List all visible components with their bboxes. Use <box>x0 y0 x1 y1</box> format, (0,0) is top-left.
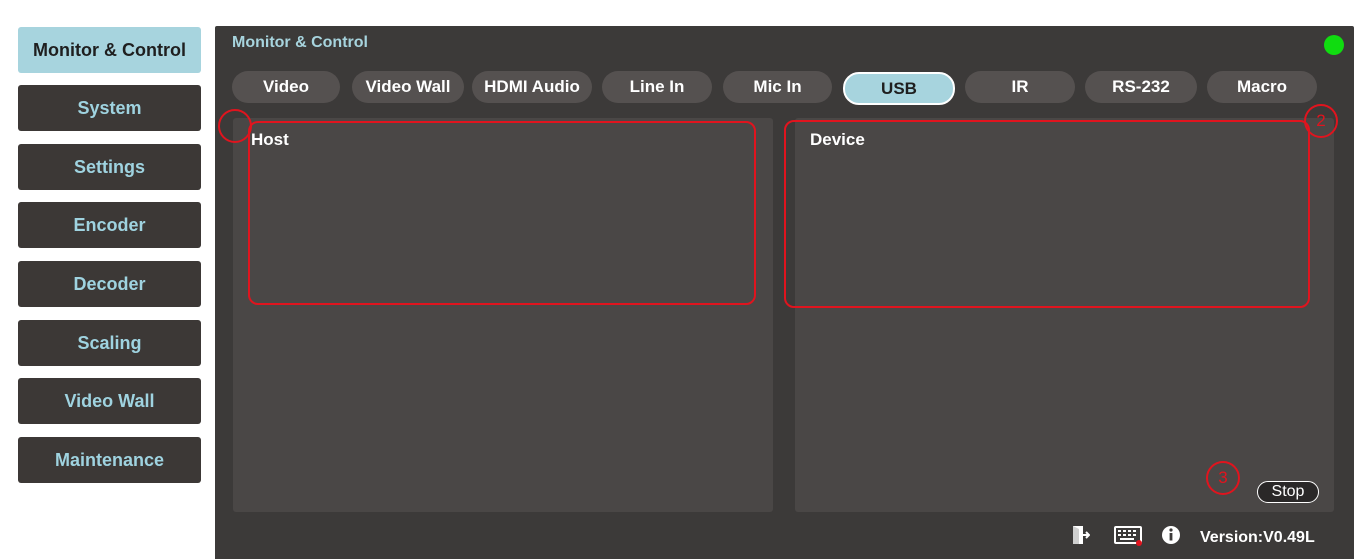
info-icon[interactable] <box>1161 525 1181 545</box>
tab-usb[interactable]: USB <box>843 72 955 105</box>
sidebar-item-maintenance[interactable]: Maintenance <box>18 437 201 483</box>
sidebar-item-settings[interactable]: Settings <box>18 144 201 190</box>
stop-button[interactable]: Stop <box>1257 481 1319 503</box>
sidebar-item-video-wall[interactable]: Video Wall <box>18 378 201 424</box>
sidebar-item-label: Encoder <box>73 214 146 235</box>
sidebar-item-decoder[interactable]: Decoder <box>18 261 201 307</box>
sidebar-item-label: Scaling <box>77 332 142 353</box>
page-title: Monitor & Control <box>232 34 368 51</box>
tab-macro[interactable]: Macro <box>1207 71 1317 103</box>
version-label: Version:V0.49L <box>1200 529 1315 546</box>
tab-label: Video Wall <box>365 77 451 96</box>
sidebar-item-encoder[interactable]: Encoder <box>18 202 201 248</box>
annotation-box-device <box>784 120 1310 308</box>
tab-label: Line In <box>629 77 685 96</box>
sidebar-item-label: Maintenance <box>54 449 165 470</box>
tab-mic-in[interactable]: Mic In <box>723 71 832 103</box>
logout-icon[interactable] <box>1072 525 1090 545</box>
tab-rs232[interactable]: RS-232 <box>1085 71 1197 103</box>
annotation-box-host <box>248 121 756 305</box>
annotation-marker-2: 2 <box>1304 104 1338 138</box>
sidebar-item-monitor-control[interactable]: Monitor & Control <box>18 27 201 73</box>
tab-video[interactable]: Video <box>232 71 340 103</box>
tab-label: HDMI Audio <box>484 77 580 96</box>
sidebar-item-label: System <box>77 97 142 118</box>
annotation-marker-label: 2 <box>1316 111 1326 130</box>
sidebar-item-scaling[interactable]: Scaling <box>18 320 201 366</box>
stop-button-label: Stop <box>1271 483 1305 500</box>
sidebar-item-label: Monitor & Control <box>33 39 186 60</box>
tab-hdmi-audio[interactable]: HDMI Audio <box>472 71 592 103</box>
sidebar-item-label: Settings <box>73 156 145 177</box>
sidebar-item-system[interactable]: System <box>18 85 201 131</box>
tab-label: RS-232 <box>1112 77 1170 96</box>
keyboard-icon[interactable] <box>1114 525 1144 547</box>
tab-label: Mic In <box>753 77 802 96</box>
status-indicator <box>1324 35 1344 55</box>
annotation-marker-label: 3 <box>1218 468 1228 487</box>
sidebar-item-label: Video Wall <box>64 390 155 411</box>
tab-ir[interactable]: IR <box>965 71 1075 103</box>
annotation-marker-1: 1 <box>218 109 252 143</box>
sidebar-item-label: Decoder <box>73 273 146 294</box>
tab-video-wall[interactable]: Video Wall <box>352 71 464 103</box>
tab-label: USB <box>881 78 917 98</box>
tab-line-in[interactable]: Line In <box>602 71 712 103</box>
tab-label: Video <box>263 77 309 96</box>
tab-label: IR <box>1011 77 1029 96</box>
annotation-marker-3: 3 <box>1206 461 1240 495</box>
tab-label: Macro <box>1236 77 1288 96</box>
sidebar: Monitor & Control System Settings Encode… <box>0 0 215 559</box>
